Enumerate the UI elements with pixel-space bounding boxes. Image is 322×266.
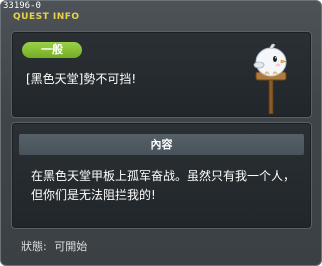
description-header: 內容	[19, 134, 304, 155]
status-value: 可開始	[54, 240, 88, 253]
bird-npc-on-sign-icon	[253, 43, 287, 114]
quest-info-window: 33196-0 QUEST INFO 一般 [黑色天堂]勢不可挡! 內容 在黑色…	[0, 0, 322, 266]
quest-category-badge: 一般	[22, 42, 82, 58]
description-line: 但你们是无法阻拦我的!	[31, 188, 156, 202]
window-title: QUEST INFO	[13, 12, 80, 22]
quest-status: 狀態: 可開始	[21, 238, 91, 254]
quest-info-panel: 一般 [黑色天堂]勢不可挡!	[11, 31, 312, 118]
quest-name: [黑色天堂]勢不可挡!	[26, 72, 137, 86]
status-label: 狀態:	[21, 240, 47, 253]
description-text: 在黑色天堂甲板上孤军奋战。虽然只有我一个人， 但你们是无法阻拦我的!	[31, 167, 301, 205]
description-line: 在黑色天堂甲板上孤军奋战。虽然只有我一个人，	[31, 169, 296, 183]
quest-id: 33196-0	[3, 1, 41, 11]
quest-description-panel: 內容 在黑色天堂甲板上孤军奋战。虽然只有我一个人， 但你们是无法阻拦我的!	[11, 122, 312, 229]
